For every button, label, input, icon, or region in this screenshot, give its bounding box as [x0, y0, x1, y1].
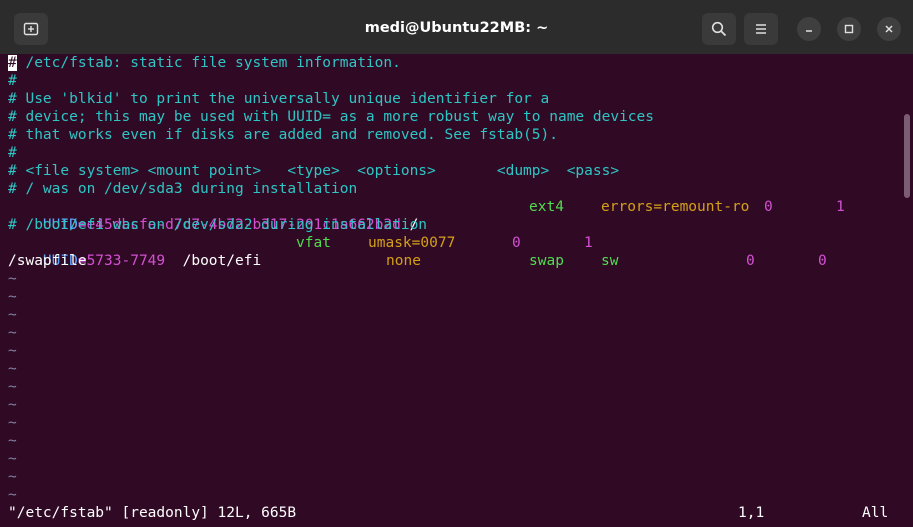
empty-line-marker: ~ — [8, 433, 17, 449]
empty-line-marker: ~ — [8, 307, 17, 323]
empty-line-marker: ~ — [8, 271, 17, 287]
options-umask: umask=0077 — [368, 235, 456, 251]
dump-value: 0 — [746, 253, 755, 269]
options-errors: errors=remount-ro — [601, 199, 750, 215]
terminal-area[interactable]: # /etc/fstab: static file system informa… — [0, 54, 913, 527]
empty-line-marker: ~ — [8, 325, 17, 341]
empty-line-marker: ~ — [8, 451, 17, 467]
empty-line-marker: ~ — [8, 361, 17, 377]
fstab-line-4: # device; this may be used with UUID= as… — [8, 109, 655, 125]
status-file-info: "/etc/fstab" [readonly] 12L, 665B — [8, 505, 297, 521]
status-cursor-position: 1,1 — [738, 505, 765, 521]
status-scroll-indicator: All — [862, 505, 889, 521]
pass-value: 1 — [584, 235, 593, 251]
empty-line-marker: ~ — [8, 469, 17, 485]
menu-button[interactable] — [744, 13, 778, 45]
text-cursor: # — [8, 55, 17, 71]
uuid-value: =5733-7749 — [77, 253, 166, 269]
pass-value: 0 — [818, 253, 827, 269]
terminal-scrollbar[interactable] — [904, 114, 910, 198]
minimize-button[interactable] — [797, 17, 821, 41]
mount-none: none — [386, 253, 421, 269]
maximize-icon — [844, 24, 854, 34]
options-sw: sw — [601, 253, 619, 269]
empty-line-marker: ~ — [8, 397, 17, 413]
fstab-entry-boot-efi: UUID=5733-7749 /boot/efi — [8, 234, 322, 269]
search-button[interactable] — [702, 13, 736, 45]
fstab-line-8: # / was on /dev/sda3 during installation — [8, 181, 358, 197]
fstab-entry-root: UUID=e45dbcfa-d7c7-4b72-b317-201c1a662b2… — [8, 198, 549, 233]
empty-line-marker: ~ — [8, 343, 17, 359]
close-icon — [885, 25, 893, 33]
fstab-line-2: # — [8, 73, 17, 89]
fstab-entry-swap: /swapfile — [8, 253, 87, 269]
empty-line-marker: ~ — [8, 487, 17, 503]
fs-type-ext4: ext4 — [529, 199, 564, 215]
fstab-line-1: # /etc/fstab: static file system informa… — [8, 55, 401, 71]
fstab-line-5: # that works even if disks are added and… — [8, 127, 558, 143]
dump-value: 0 — [512, 235, 521, 251]
empty-line-marker: ~ — [8, 289, 17, 305]
empty-line-marker: ~ — [8, 379, 17, 395]
maximize-button[interactable] — [837, 17, 861, 41]
dump-value: 0 — [764, 199, 773, 215]
fstab-line-10: # /boot/efi was on /dev/sda2 during inst… — [8, 217, 428, 233]
search-icon — [711, 21, 727, 37]
fstab-line-6: # — [8, 145, 17, 161]
minimize-icon — [806, 30, 812, 32]
empty-line-marker: ~ — [8, 415, 17, 431]
fstab-line-3: # Use 'blkid' to print the universally u… — [8, 91, 550, 107]
close-button[interactable] — [877, 17, 901, 41]
pass-value: 1 — [836, 199, 845, 215]
fs-type-vfat: vfat — [296, 235, 331, 251]
hamburger-menu-icon — [756, 24, 766, 34]
fstab-line-7: # <file system> <mount point> <type> <op… — [8, 163, 620, 179]
mount-point: /boot/efi — [165, 253, 323, 269]
fs-type-swap: swap — [529, 253, 564, 269]
title-bar: medi@Ubuntu22MB: ~ — [0, 0, 913, 54]
